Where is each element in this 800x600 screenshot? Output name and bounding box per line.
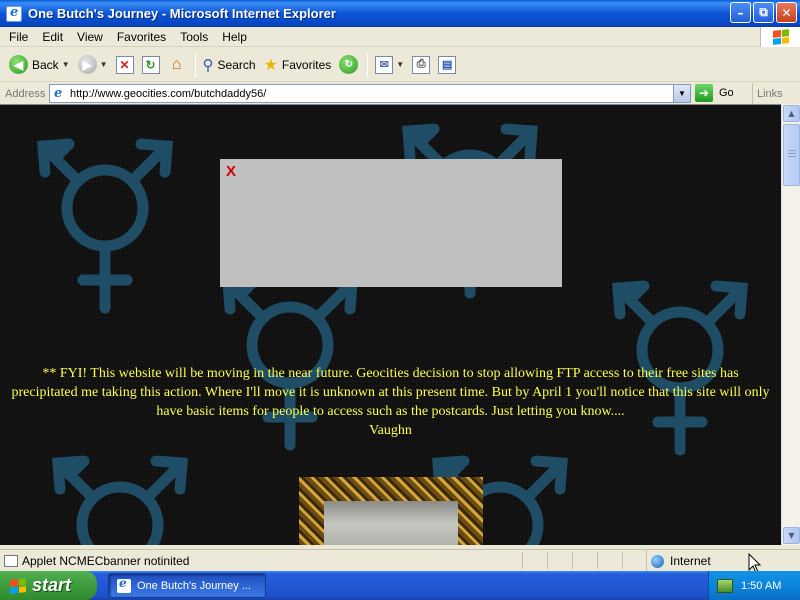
star-icon: ★ [263,56,278,74]
security-zone[interactable]: Internet [646,550,711,572]
picture-frame [299,477,483,545]
favorites-button[interactable]: ★ Favorites [261,52,335,78]
scroll-down-button[interactable]: ▼ [783,527,800,544]
vertical-scrollbar[interactable]: ▲ ▼ [781,104,800,545]
search-button[interactable]: ⚲ Search [200,52,259,78]
toolbar: ◀ Back ▼ ▶ ▼ ✕ ↻ ⌂ ⚲ Search ★ Favorites … [0,48,800,82]
notice-text: ** FYI! This website will be moving in t… [11,366,770,419]
history-button[interactable]: ↻ [336,52,361,78]
ie-icon [6,5,22,22]
address-label: Address [5,87,46,100]
menu-bar: File Edit View Favorites Tools Help [0,27,800,47]
menu-edit[interactable]: Edit [35,30,70,44]
mail-dropdown-icon[interactable]: ▼ [396,60,404,69]
windows-flag-icon [772,29,789,45]
refresh-icon: ↻ [141,55,160,74]
framed-photo [324,501,458,545]
status-text: Applet NCMECbanner notinited [22,553,190,568]
close-button[interactable]: ✕ [776,2,797,23]
home-icon: ⌂ [171,55,182,73]
windows-logo [760,27,800,47]
menu-tools[interactable]: Tools [173,30,215,44]
go-arrow-icon: ➜ [695,84,713,102]
refresh-button[interactable]: ↻ [139,52,163,78]
links-button[interactable]: Links [752,83,783,104]
back-arrow-icon: ◀ [9,55,28,74]
back-button[interactable]: ◀ Back ▼ [6,52,73,78]
menu-favorites[interactable]: Favorites [110,30,173,44]
back-dropdown-icon[interactable]: ▼ [62,60,70,69]
printer-icon: ⎙ [412,55,431,74]
taskbar: start One Butch's Journey ... 1:50 AM [0,571,800,600]
start-label: start [32,575,72,595]
page-viewport[interactable]: X ** FYI! This website will be moving in… [0,104,781,545]
system-tray: 1:50 AM [708,571,800,600]
globe-icon [651,554,664,568]
address-bar: Address http://www.geocities.com/butchda… [0,83,800,104]
zone-label: Internet [670,554,711,568]
favorites-label: Favorites [281,57,332,72]
scroll-thumb[interactable] [783,124,800,186]
menu-view[interactable]: View [70,30,110,44]
forward-dropdown-icon[interactable]: ▼ [100,60,108,69]
network-tray-icon[interactable] [717,578,733,593]
address-dropdown-icon[interactable]: ▼ [673,85,690,102]
window-title: One Butch's Journey - Microsoft Internet… [28,6,336,21]
search-icon: ⚲ [202,56,214,74]
start-button[interactable]: start [0,571,97,600]
scroll-up-button[interactable]: ▲ [783,105,800,122]
title-bar[interactable]: One Butch's Journey - Microsoft Internet… [0,0,800,27]
status-cells [522,552,647,569]
search-label: Search [217,57,256,72]
forward-button[interactable]: ▶ ▼ [75,52,111,78]
history-icon: ↻ [339,55,359,74]
maximize-button[interactable]: ⧉ [753,2,774,23]
windows-flag-icon [10,577,26,594]
forward-arrow-icon: ▶ [77,55,97,74]
notice-signature: Vaughn [369,423,412,438]
go-button[interactable]: ➜ Go [695,84,734,102]
stop-icon: ✕ [115,55,134,74]
mail-icon: ✉ [375,55,394,74]
edit-button[interactable]: ▤ [435,52,459,78]
page-status-icon [4,554,18,567]
menu-help[interactable]: Help [215,30,254,44]
home-button[interactable]: ⌂ [165,52,189,78]
applet-banner[interactable]: X [220,159,562,287]
address-url[interactable]: http://www.geocities.com/butchdaddy56/ [70,88,266,100]
mail-button[interactable]: ✉ ▼ [372,52,407,78]
toolbar-separator [194,52,196,77]
moving-notice: ** FYI! This website will be moving in t… [10,364,771,440]
minimize-button[interactable]: – [730,2,751,23]
go-label: Go [719,87,734,99]
task-label: One Butch's Journey ... [137,579,251,592]
status-bar: Applet NCMECbanner notinited Internet [0,549,800,572]
ie-icon [117,576,131,593]
print-button[interactable]: ⎙ [409,52,433,78]
toolbar-separator [367,52,369,77]
taskbar-item-ie[interactable]: One Butch's Journey ... [108,573,266,598]
edit-page-icon: ▤ [438,55,457,74]
clock[interactable]: 1:50 AM [741,580,781,592]
menu-file[interactable]: File [2,30,35,44]
back-label: Back [32,57,59,72]
address-input[interactable]: http://www.geocities.com/butchdaddy56/ ▼ [49,84,691,103]
stop-button[interactable]: ✕ [113,52,137,78]
broken-image-icon[interactable]: X [226,163,236,180]
